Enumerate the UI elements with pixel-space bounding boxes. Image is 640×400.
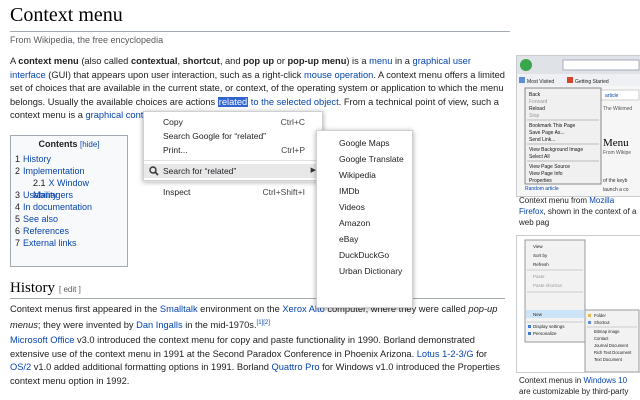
menu-separator	[144, 160, 322, 161]
tagline: From Wikipedia, the free encyclopedia	[10, 35, 164, 45]
selected-object-link[interactable]: to the selected object	[251, 97, 339, 107]
toc-item[interactable]: 4 In documentation	[15, 201, 127, 213]
svg-text:Save Page As...: Save Page As...	[529, 130, 565, 136]
svg-text:article: article	[605, 93, 619, 99]
smalltalk-link[interactable]: Smalltalk	[160, 304, 198, 314]
svg-text:From Wikipe: From Wikipe	[603, 150, 631, 156]
figure2-caption: Context menus in Windows 10 are customiz…	[519, 376, 629, 396]
svg-text:Menu: Menu	[603, 137, 629, 149]
windows-10-link[interactable]: Windows 10	[583, 376, 627, 385]
svg-text:View Page Info: View Page Info	[529, 171, 563, 177]
toc-hide-toggle[interactable]: [hide]	[80, 140, 100, 149]
svg-text:Forward: Forward	[529, 99, 548, 105]
submenu-item-amazon[interactable]: Amazon	[317, 215, 412, 231]
svg-text:Bookmark This Page: Bookmark This Page	[529, 123, 576, 129]
history-heading: History[ edit ]	[10, 280, 81, 296]
figure1-caption: Context menu from Mozilla Firefox, shown…	[519, 196, 637, 227]
submenu-item-ebay[interactable]: eBay	[317, 231, 412, 247]
reference-link[interactable]: [1][2]	[257, 320, 270, 326]
toc-title: Contents [hide]	[38, 139, 100, 149]
selected-text[interactable]: related	[217, 96, 249, 107]
svg-text:Properties: Properties	[529, 178, 552, 184]
os2-link[interactable]: OS/2	[10, 362, 31, 372]
inspect-menu-item[interactable]: Inspect Ctrl+Shift+I	[144, 185, 322, 199]
toc-item[interactable]: 2.1 X Window Managers	[15, 177, 127, 200]
history-paragraph-2: Microsoft Office v3.0 introduced the con…	[10, 335, 500, 386]
svg-text:Shortcut: Shortcut	[594, 320, 610, 325]
svg-text:Select All: Select All	[529, 154, 550, 160]
svg-text:View Page Source: View Page Source	[529, 164, 570, 170]
edit-link[interactable]: [ edit ]	[59, 285, 81, 294]
context-menu: Copy Ctrl+C Search Google for “related” P…	[143, 111, 323, 197]
submenu-item-urban-dictionary[interactable]: Urban Dictionary	[317, 263, 412, 279]
history-paragraph-1: Context menus first appeared in the Smal…	[10, 304, 498, 330]
svg-text:Paste: Paste	[533, 274, 545, 279]
svg-text:Journal Document: Journal Document	[594, 343, 629, 348]
toc-item[interactable]: 6 References	[15, 225, 127, 237]
menu-separator	[144, 181, 322, 182]
print-menu-item[interactable]: Print... Ctrl+P	[144, 143, 322, 157]
firefox-screenshot-figure[interactable]: Most Visited Getting Started article The…	[516, 55, 640, 197]
svg-text:Reload: Reload	[529, 106, 545, 112]
toc-item[interactable]: 2 Implementation	[15, 165, 127, 177]
shortcut-icon	[588, 321, 591, 324]
bookmark-icon	[567, 77, 573, 83]
svg-text:Paste shortcut: Paste shortcut	[533, 283, 563, 288]
history-divider	[10, 298, 505, 299]
firefox-screenshot: Most Visited Getting Started article The…	[517, 56, 640, 196]
submenu-item-google-translate[interactable]: Google Translate	[317, 151, 412, 167]
back-button-icon	[520, 59, 532, 71]
submenu-item-wikipedia[interactable]: Wikipedia	[317, 167, 412, 183]
svg-text:of the keyb: of the keyb	[603, 178, 628, 184]
table-of-contents: Contents [hide] 1 History 2 Implementation…	[10, 135, 128, 267]
search-google-menu-item[interactable]: Search Google for “related”	[144, 129, 322, 143]
svg-text:The Wikimed: The Wikimed	[603, 106, 632, 112]
svg-text:New: New	[533, 312, 543, 317]
windows-screenshot: View Sort by Refresh Paste Paste shortcu…	[517, 236, 640, 372]
svg-text:Refresh: Refresh	[533, 262, 549, 267]
svg-text:Send Link...: Send Link...	[529, 137, 555, 143]
svg-text:Text Document: Text Document	[594, 357, 623, 362]
svg-text:Display settings: Display settings	[533, 324, 565, 329]
bookmark-icon	[519, 77, 525, 83]
svg-text:Bitmap image: Bitmap image	[594, 329, 620, 334]
search-submenu: Google Maps Google Translate Wikipedia I…	[316, 130, 413, 308]
svg-text:View: View	[533, 244, 543, 249]
submenu-item-duckduckgo[interactable]: DuckDuckGo	[317, 247, 412, 263]
svg-text:Getting Started: Getting Started	[575, 79, 609, 85]
search-extension-icon	[149, 166, 159, 176]
submenu-item-google-maps[interactable]: Google Maps	[317, 135, 412, 151]
microsoft-office-link[interactable]: Microsoft Office	[10, 335, 74, 345]
submenu-item-imdb[interactable]: IMDb	[317, 183, 412, 199]
svg-text:Sort by: Sort by	[533, 253, 548, 258]
toc-item[interactable]: 1 History	[15, 153, 127, 165]
submenu-item-videos[interactable]: Videos	[317, 199, 412, 215]
search-for-menu-item[interactable]: Search for “related” ▶	[144, 164, 322, 178]
quattro-pro-link[interactable]: Quattro Pro	[272, 362, 320, 372]
svg-text:Personalize: Personalize	[533, 331, 557, 336]
lotus-link[interactable]: Lotus 1-2-3/G	[417, 349, 474, 359]
svg-text:Contact: Contact	[594, 336, 609, 341]
windows-screenshot-figure[interactable]: View Sort by Refresh Paste Paste shortcu…	[516, 235, 640, 373]
svg-text:Most Visited: Most Visited	[527, 79, 554, 85]
svg-text:Random article: Random article	[525, 186, 559, 192]
folder-icon	[588, 314, 591, 317]
mouse-operation-link[interactable]: mouse operation	[304, 70, 373, 80]
svg-text:Back: Back	[529, 92, 541, 98]
dan-ingalls-link[interactable]: Dan Ingalls	[136, 320, 183, 330]
copy-menu-item[interactable]: Copy Ctrl+C	[144, 115, 322, 129]
toc-item[interactable]: 7 External links	[15, 237, 127, 249]
page-title: Context menu	[10, 4, 123, 26]
svg-text:launch a co: launch a co	[603, 187, 629, 193]
svg-text:Rich Text Document: Rich Text Document	[594, 350, 632, 355]
menu-link[interactable]: menu	[369, 56, 392, 66]
title-divider	[10, 31, 510, 32]
svg-text:Folder: Folder	[594, 313, 606, 318]
personalize-icon	[528, 332, 531, 335]
svg-text:View Background Image: View Background Image	[529, 147, 583, 153]
toc-item[interactable]: 5 See also	[15, 213, 127, 225]
svg-text:Stop: Stop	[529, 113, 540, 119]
display-icon	[528, 325, 531, 328]
